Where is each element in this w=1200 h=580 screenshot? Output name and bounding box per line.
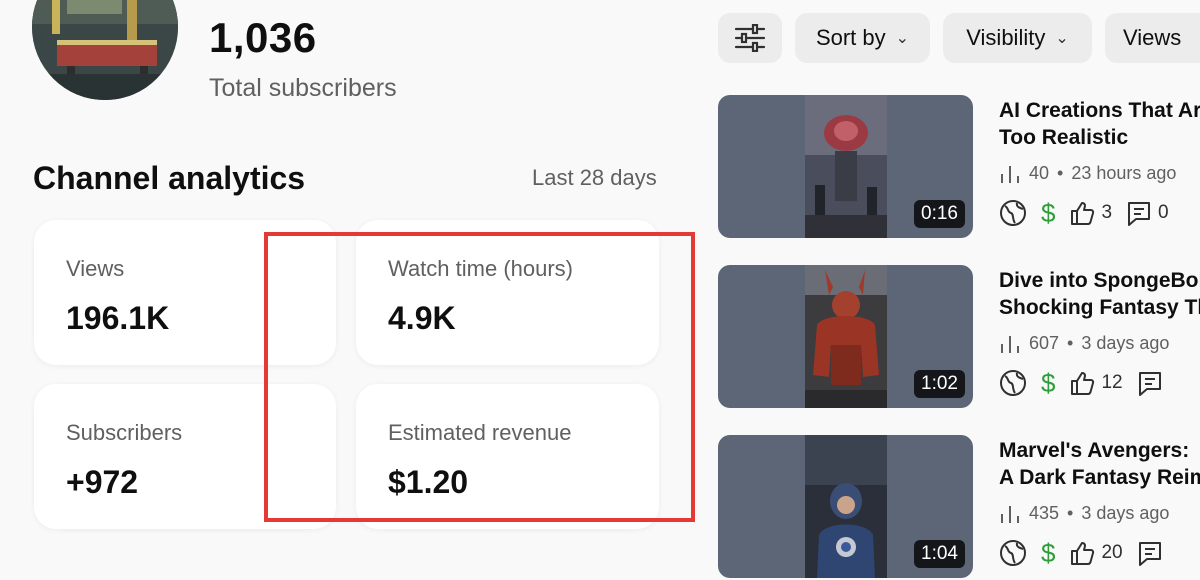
video-meta: 40 • 23 hours ago	[999, 163, 1176, 184]
video-meta: 435 • 3 days ago	[999, 503, 1169, 524]
likes-group[interactable]: 3	[1069, 200, 1112, 226]
bar-chart-icon	[1001, 335, 1019, 353]
video-actions: $ 20	[999, 539, 1169, 567]
video-views: 607	[1029, 333, 1060, 353]
thumbs-up-icon	[1071, 202, 1095, 225]
thumbnail-image	[805, 435, 887, 578]
video-title[interactable]: AI Creations That Ar Too Realistic	[999, 97, 1200, 151]
video-title[interactable]: Dive into SpongeBob Shocking Fantasy Th	[999, 267, 1200, 321]
subscribers-card-value: +972	[66, 464, 139, 500]
thumbnail-image	[805, 95, 887, 238]
comment-icon	[1138, 372, 1161, 396]
comment-icon	[1128, 202, 1151, 226]
video-title-line: A Dark Fantasy Reim	[999, 466, 1200, 489]
dollar-icon[interactable]: $	[1041, 370, 1055, 396]
views-filter-button[interactable]: Views	[1105, 13, 1200, 63]
video-meta: 607 • 3 days ago	[999, 333, 1169, 354]
visibility-button[interactable]: Visibility ⌄	[943, 13, 1092, 63]
video-title-line: AI Creations That Ar	[999, 99, 1200, 122]
tune-icon	[734, 24, 766, 52]
video-item[interactable]: 1:02 Dive into SpongeBob Shocking Fantas…	[718, 265, 1200, 410]
meta-separator: •	[1057, 163, 1064, 183]
globe-icon[interactable]	[999, 539, 1027, 567]
sort-by-button[interactable]: Sort by ⌄	[795, 13, 930, 63]
visibility-label: Visibility	[966, 25, 1046, 50]
video-title-line: Too Realistic	[999, 126, 1129, 149]
likes-group[interactable]: 12	[1069, 370, 1123, 396]
video-thumbnail[interactable]: 1:02	[718, 265, 973, 408]
video-views: 40	[1029, 163, 1050, 183]
video-likes: 12	[1101, 372, 1123, 393]
video-likes: 3	[1101, 202, 1113, 223]
video-title-line: Marvel's Avengers:	[999, 439, 1190, 462]
globe-icon[interactable]	[999, 369, 1027, 397]
video-duration: 1:04	[914, 540, 965, 568]
video-item[interactable]: 0:16 AI Creations That Ar Too Realistic …	[718, 95, 1200, 240]
video-thumbnail[interactable]: 1:04	[718, 435, 973, 578]
meta-separator: •	[1067, 503, 1074, 523]
avatar-image	[32, 0, 178, 100]
chevron-down-icon: ⌄	[895, 30, 910, 47]
bar-chart-icon	[1001, 165, 1019, 183]
video-title[interactable]: Marvel's Avengers: A Dark Fantasy Reim	[999, 437, 1200, 491]
subscribers-card-label: Subscribers	[66, 420, 183, 445]
video-comments: 0	[1158, 202, 1169, 223]
thumbs-up-icon	[1071, 542, 1095, 565]
comments-group[interactable]: 0	[1126, 200, 1169, 226]
comments-group[interactable]	[1137, 370, 1169, 396]
views-filter-label: Views	[1123, 25, 1182, 50]
comments-group[interactable]	[1137, 540, 1169, 566]
video-age: 3 days ago	[1081, 333, 1170, 353]
highlight-box	[264, 232, 695, 522]
video-actions: $ 12	[999, 369, 1169, 397]
views-card-value: 196.1K	[66, 300, 170, 336]
video-thumbnail[interactable]: 0:16	[718, 95, 973, 238]
meta-separator: •	[1067, 333, 1074, 353]
video-views: 435	[1029, 503, 1060, 523]
dollar-icon[interactable]: $	[1041, 200, 1055, 226]
video-actions: $ 3 0	[999, 199, 1169, 227]
total-subscriber-count: 1,036	[209, 14, 317, 61]
globe-icon[interactable]	[999, 199, 1027, 227]
video-age: 23 hours ago	[1071, 163, 1177, 183]
bar-chart-icon	[1001, 505, 1019, 523]
filter-tune-button[interactable]	[718, 13, 782, 63]
analytics-period[interactable]: Last 28 days	[532, 165, 657, 191]
sort-by-label: Sort by	[815, 25, 886, 50]
total-subscribers-label: Total subscribers	[209, 74, 397, 102]
video-age: 3 days ago	[1081, 503, 1170, 523]
video-title-line: Shocking Fantasy Th	[999, 296, 1200, 319]
video-duration: 1:02	[914, 370, 965, 398]
video-item[interactable]: 1:04 Marvel's Avengers: A Dark Fantasy R…	[718, 435, 1200, 580]
views-card-label: Views	[66, 256, 125, 281]
channel-avatar[interactable]	[32, 0, 178, 100]
channel-analytics-title: Channel analytics	[33, 160, 306, 196]
chevron-down-icon: ⌄	[1055, 30, 1069, 47]
comment-icon	[1138, 542, 1161, 566]
likes-group[interactable]: 20	[1069, 540, 1123, 566]
video-title-line: Dive into SpongeBob	[999, 269, 1200, 292]
dollar-icon[interactable]: $	[1041, 540, 1055, 566]
video-duration: 0:16	[914, 200, 965, 228]
video-likes: 20	[1101, 542, 1123, 563]
thumbs-up-icon	[1071, 372, 1095, 395]
thumbnail-image	[805, 265, 887, 408]
